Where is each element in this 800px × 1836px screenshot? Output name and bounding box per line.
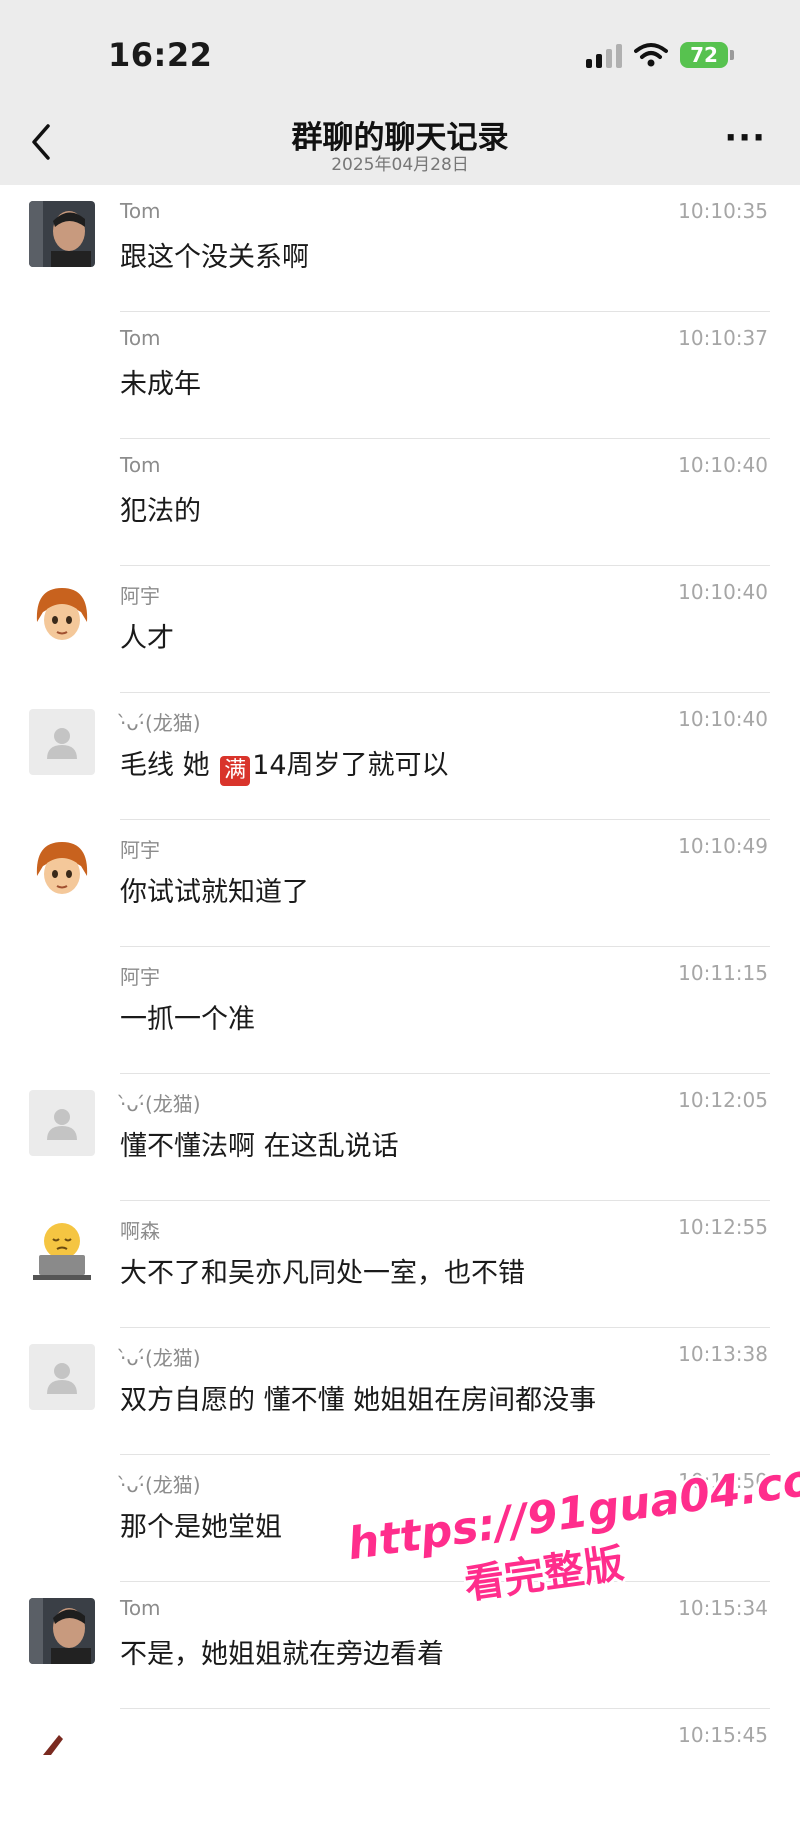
message-time: 10:15:45 — [678, 1723, 768, 1747]
status-icons: 72 — [586, 40, 734, 70]
message-text: 双方自愿的 懂不懂 她姐姐在房间都没事 — [120, 1385, 597, 1416]
wifi-icon — [634, 43, 668, 67]
more-dots-icon[interactable]: ··· — [724, 121, 766, 155]
avatar-default[interactable] — [29, 1344, 95, 1410]
sender-name: ·̀ᴗ·́(龙猫) — [120, 1473, 201, 1497]
message-item: 阿宇 10:11:15 一抓一个准 — [0, 947, 800, 1074]
sender-name: Tom — [120, 1596, 161, 1620]
avatar-tom[interactable] — [29, 201, 95, 267]
sender-name: ·̀ᴗ·́(龙猫) — [120, 711, 201, 735]
avatar-partial[interactable] — [29, 1725, 95, 1791]
message-text: 未成年 — [120, 369, 201, 400]
message-time: 10:10:35 — [678, 199, 768, 223]
message-time: 10:12:55 — [678, 1215, 768, 1239]
message-item: 阿宇 10:10:49 你试试就知道了 — [0, 820, 800, 947]
message-text: 毛线 她 满 14周岁了就可以 — [120, 743, 449, 786]
page-date: 2025年04月28日 — [331, 155, 469, 175]
message-item: ·̀ᴗ·́(龙猫) 10:10:40 毛线 她 满 14周岁了就可以 — [0, 693, 800, 820]
message-text-part: 14周岁了就可以 — [252, 750, 449, 781]
avatar-default[interactable] — [29, 1090, 95, 1156]
message-item: 10:15:45 — [0, 1709, 800, 1836]
message-text: 那个是她堂姐 — [120, 1512, 282, 1543]
sender-name: 阿宇 — [120, 584, 160, 608]
message-item: 啊森 10:12:55 大不了和吴亦凡同处一室，也不错 — [0, 1201, 800, 1328]
message-item: Tom 10:10:35 跟这个没关系啊 — [0, 185, 800, 312]
sender-name: 阿宇 — [120, 838, 160, 862]
message-time: 10:13:38 — [678, 1342, 768, 1366]
avatar-asen[interactable] — [29, 1217, 95, 1283]
message-time: 10:10:37 — [678, 326, 768, 350]
message-text: 一抓一个准 — [120, 1004, 255, 1035]
sender-name: 啊森 — [120, 1219, 160, 1243]
message-text: 犯法的 — [120, 496, 201, 527]
default-user-icon — [47, 1109, 77, 1140]
message-item: ·̀ᴗ·́(龙猫) 10:13:38 双方自愿的 懂不懂 她姐姐在房间都没事 — [0, 1328, 800, 1455]
message-text: 你试试就知道了 — [120, 877, 309, 908]
message-time: 10:10:49 — [678, 834, 768, 858]
message-time: 10:15:34 — [678, 1596, 768, 1620]
message-time: 10:11:15 — [678, 961, 768, 985]
message-text: 跟这个没关系啊 — [120, 242, 309, 273]
battery-icon: 72 — [680, 42, 734, 68]
sender-name: 阿宇 — [120, 965, 160, 989]
signal-icon — [586, 42, 622, 68]
sender-name: ·̀ᴗ·́(龙猫) — [120, 1346, 201, 1370]
message-item: ·̀ᴗ·́(龙猫) 10:12:05 懂不懂法啊 在这乱说话 — [0, 1074, 800, 1201]
message-time: 10:10:40 — [678, 707, 768, 731]
message-item: Tom 10:10:37 未成年 — [0, 312, 800, 439]
message-time: 10:12:05 — [678, 1088, 768, 1112]
avatar-tom[interactable] — [29, 1598, 95, 1664]
avatar-default[interactable] — [29, 709, 95, 775]
message-text: 大不了和吴亦凡同处一室，也不错 — [120, 1258, 525, 1289]
sender-name: Tom — [120, 453, 161, 477]
sender-name: Tom — [120, 199, 161, 223]
sender-name: ·̀ᴗ·́(龙猫) — [120, 1092, 201, 1116]
message-text: 不是，她姐姐就在旁边看着 — [120, 1639, 444, 1670]
avatar-ayu[interactable] — [29, 582, 95, 648]
message-time: 10:10:40 — [678, 580, 768, 604]
status-time: 16:22 — [108, 36, 213, 74]
message-text: 人才 — [120, 623, 174, 654]
full-emoji-badge: 满 — [220, 756, 251, 786]
avatar-ayu[interactable] — [29, 836, 95, 902]
message-text: 懂不懂法啊 在这乱说话 — [120, 1131, 399, 1162]
top-bar: 16:22 72 群聊的聊天记录 2025年04月28日 ··· — [0, 0, 800, 185]
default-user-icon — [47, 1363, 77, 1394]
default-user-icon — [47, 728, 77, 759]
message-time: 10:10:40 — [678, 453, 768, 477]
message-text-part: 毛线 她 — [120, 750, 210, 781]
message-item: 阿宇 10:10:40 人才 — [0, 566, 800, 693]
sender-name: Tom — [120, 326, 161, 350]
message-item: Tom 10:10:40 犯法的 — [0, 439, 800, 566]
